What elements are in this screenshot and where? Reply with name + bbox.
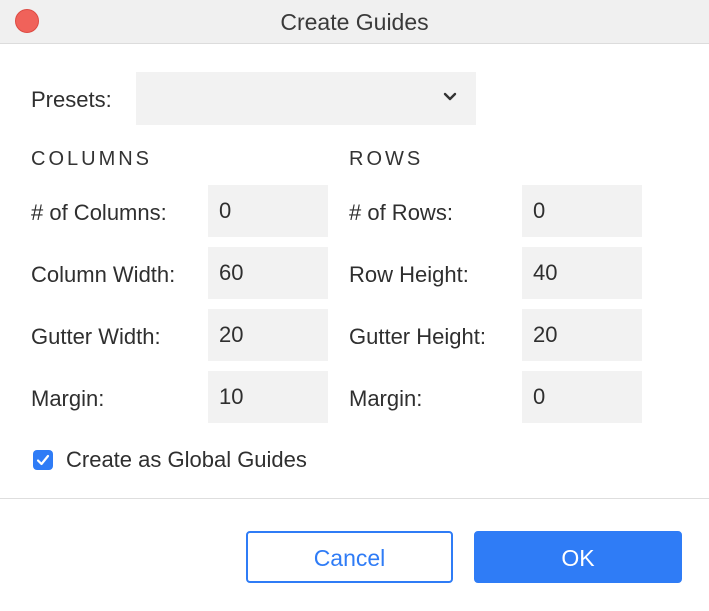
row-count-label: # of Rows: xyxy=(349,200,453,225)
row-height-label: Row Height: xyxy=(349,262,469,287)
cancel-button[interactable]: Cancel xyxy=(246,531,453,583)
columns-heading: COLUMNS xyxy=(31,148,153,170)
checkmark-icon xyxy=(36,454,50,466)
ok-button[interactable]: OK xyxy=(474,531,682,583)
column-width-label: Column Width: xyxy=(31,262,176,287)
global-guides-label[interactable]: Create as Global Guides xyxy=(66,447,307,473)
rows-heading: ROWS xyxy=(349,148,424,170)
row-margin-label: Margin: xyxy=(349,386,423,411)
window-title: Create Guides xyxy=(280,9,429,35)
presets-dropdown[interactable] xyxy=(136,72,476,125)
gutter-height-label: Gutter Height: xyxy=(349,324,486,349)
title-bar: Create Guides xyxy=(0,0,709,44)
row-height-field[interactable]: 40 xyxy=(522,247,642,299)
gutter-width-field[interactable]: 20 xyxy=(208,309,328,361)
gutter-height-field[interactable]: 20 xyxy=(522,309,642,361)
column-count-label: # of Columns: xyxy=(31,200,167,225)
row-count-field[interactable]: 0 xyxy=(522,185,642,237)
column-margin-field[interactable]: 10 xyxy=(208,371,328,423)
row-margin-field[interactable]: 0 xyxy=(522,371,642,423)
global-guides-checkbox[interactable] xyxy=(33,450,53,470)
column-count-field[interactable]: 0 xyxy=(208,185,328,237)
column-margin-label: Margin: xyxy=(31,386,105,411)
presets-label: Presets: xyxy=(31,87,112,112)
column-width-field[interactable]: 60 xyxy=(208,247,328,299)
chevron-down-icon xyxy=(443,92,457,101)
gutter-width-label: Gutter Width: xyxy=(31,324,161,349)
footer-divider xyxy=(0,498,709,499)
